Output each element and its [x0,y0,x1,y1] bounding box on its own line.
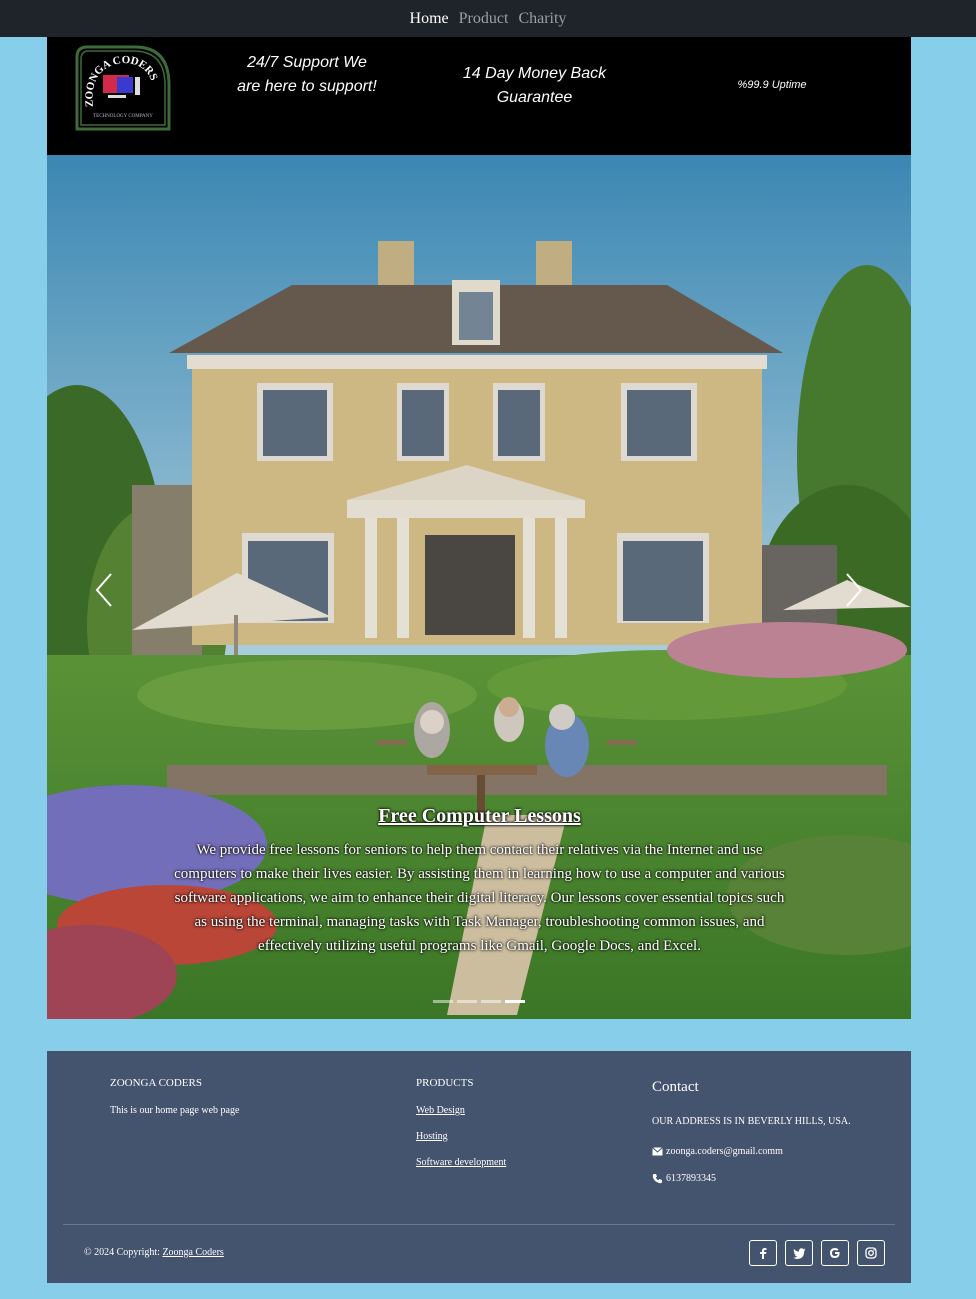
twitter-icon [792,1247,805,1259]
carousel-indicator-3[interactable] [481,1000,501,1003]
carousel-prev-button[interactable] [91,570,121,610]
copyright-link[interactable]: Zoonga Coders [162,1247,223,1258]
instagram-icon [865,1247,877,1259]
footer-products-heading: PRODUCTS [416,1077,474,1089]
logo-tagline: TECHNOLOGY COMPANY [93,114,153,119]
nav-link-product[interactable]: Product [459,10,509,28]
footer-email: zoonga.coders@gmail.comm [666,1146,783,1157]
footer-link-software-development[interactable]: Software development [416,1157,616,1168]
instagram-button[interactable] [857,1240,885,1266]
google-icon [830,1248,840,1258]
feature-uptime: %99.9 Uptime [737,79,807,91]
site-footer: ZOONGA CODERS This is our home page web … [47,1051,911,1283]
social-links [749,1240,885,1266]
facebook-button[interactable] [749,1240,777,1266]
facebook-icon [760,1248,767,1259]
footer-about-text: This is our home page web page [110,1105,240,1116]
footer-about-heading: ZOONGA CODERS [110,1077,202,1089]
phone-icon [652,1174,662,1184]
carousel-indicators [433,1000,525,1003]
carousel-next-button[interactable] [837,570,867,610]
envelope-icon [652,1147,663,1156]
footer-address: OUR ADDRESS IS IN BEVERLY HILLS, USA. [652,1116,851,1127]
copyright-text: © 2024 Copyright: [84,1247,163,1258]
nav-link-charity[interactable]: Charity [518,10,566,28]
footer-copyright: © 2024 Copyright: Zoonga Coders [84,1247,224,1258]
google-button[interactable] [821,1240,849,1266]
brand-logo[interactable]: ZOONGA CODERS TECHNOLOGY COMPANY [75,45,171,131]
header-banner: ZOONGA CODERS TECHNOLOGY COMPANY 24/7 Su… [47,37,911,155]
twitter-button[interactable] [785,1240,813,1266]
footer-contact: Contact OUR ADDRESS IS IN BEVERLY HILLS,… [652,1079,852,1200]
hero-carousel: Free Computer Lessons We provide free le… [47,155,911,1019]
carousel-caption: Free Computer Lessons We provide free le… [167,805,792,958]
footer-link-hosting[interactable]: Hosting [416,1131,616,1142]
chevron-right-icon [846,573,863,607]
footer-divider [63,1224,895,1225]
chevron-left-icon [95,573,112,607]
feature-money-back: 14 Day Money Back Guarantee [462,65,607,106]
carousel-indicator-1[interactable] [433,1000,453,1003]
nav-link-home[interactable]: Home [410,10,449,28]
carousel-indicator-4[interactable] [505,1000,525,1003]
footer-phone-row: 6137893345 [652,1173,852,1184]
slide-title: Free Computer Lessons [378,805,581,827]
feature-support: 24/7 Support We are here to support! [237,54,377,95]
footer-products: PRODUCTS Web Design Hosting Software dev… [416,1077,616,1183]
footer-phone: 6137893345 [666,1173,716,1184]
footer-contact-heading: Contact [652,1079,699,1095]
carousel-indicator-2[interactable] [457,1000,477,1003]
footer-about: ZOONGA CODERS This is our home page web … [110,1077,310,1116]
top-navbar: Home Product Charity [0,0,976,37]
footer-email-row: zoonga.coders@gmail.comm [652,1146,852,1157]
slide-description: We provide free lessons for seniors to h… [174,842,785,954]
footer-link-web-design[interactable]: Web Design [416,1105,616,1116]
